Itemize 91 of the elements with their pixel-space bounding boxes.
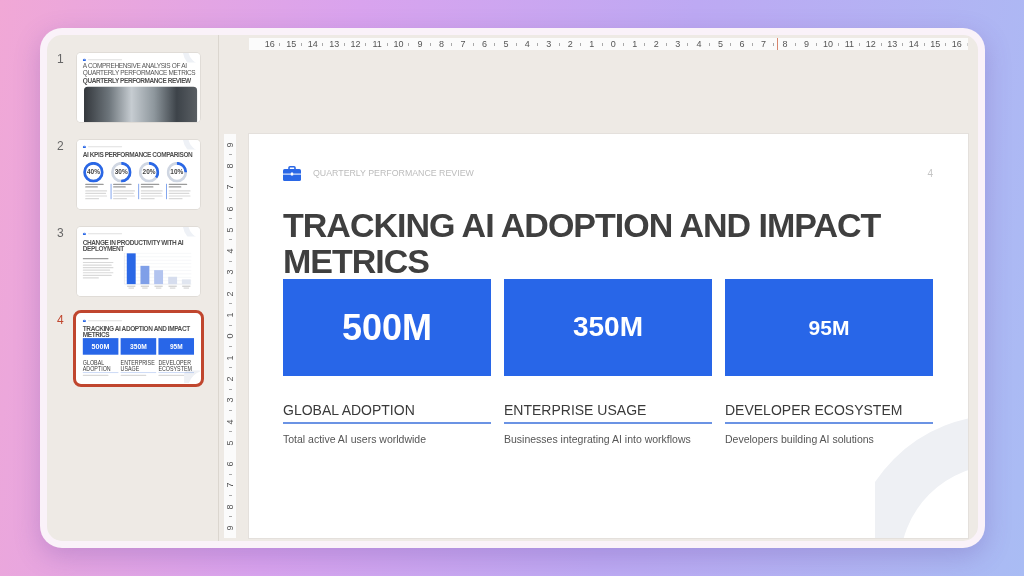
briefcase-icon bbox=[82, 145, 86, 148]
ruler-number: 5 bbox=[718, 39, 724, 49]
ruler-number: 11 bbox=[372, 39, 382, 49]
decorative-ring-drawing bbox=[184, 370, 200, 383]
ruler-number: 3 bbox=[546, 39, 552, 49]
ruler-number: 1 bbox=[225, 355, 235, 361]
ruler-number: 16 bbox=[951, 39, 962, 49]
ruler-number: 15 bbox=[930, 39, 941, 49]
ruler-number: 3 bbox=[675, 39, 681, 49]
page-number: 4 bbox=[927, 167, 933, 179]
ruler-number: 7 bbox=[761, 39, 766, 49]
ruler-number: 9 bbox=[225, 142, 235, 148]
ruler-number: 9 bbox=[417, 39, 423, 49]
ruler-number: 5 bbox=[503, 39, 509, 49]
chart-bar bbox=[168, 276, 178, 285]
ruler-number: 3 bbox=[225, 269, 235, 275]
chart-bar bbox=[126, 253, 136, 285]
ruler-number: 9 bbox=[803, 39, 809, 49]
blurred-label-drawing bbox=[168, 285, 177, 289]
ruler-number: 14 bbox=[908, 39, 919, 49]
ruler-number: 6 bbox=[481, 39, 487, 49]
ruler-number: 7 bbox=[225, 482, 235, 488]
ruler-number: 0 bbox=[225, 333, 235, 339]
ruler-position-marker bbox=[777, 38, 778, 50]
ruler-number: 7 bbox=[460, 39, 466, 49]
progress-ring bbox=[166, 161, 188, 183]
metric-description: Businesses integrating AI into workflows bbox=[504, 433, 691, 446]
metric-description: Developers building AI solutions bbox=[725, 433, 874, 446]
metric-value: 350M bbox=[572, 312, 643, 343]
ruler-number: 2 bbox=[653, 39, 659, 49]
ruler-number: 4 bbox=[696, 39, 702, 49]
ruler-number: 6 bbox=[225, 461, 235, 467]
briefcase-icon bbox=[82, 319, 86, 322]
ruler-number: 8 bbox=[438, 39, 444, 49]
progress-ring bbox=[138, 161, 160, 183]
progress-ring bbox=[83, 161, 104, 183]
ruler-number: 4 bbox=[225, 419, 235, 424]
blurred-label-drawing bbox=[127, 285, 136, 289]
slide-title: TRACKING AI ADOPTION AND IMPACT METRICS bbox=[283, 207, 882, 279]
briefcase-icon bbox=[283, 165, 301, 181]
ruler-number: 8 bbox=[225, 163, 235, 169]
ruler-number: 5 bbox=[225, 227, 235, 233]
slide-number: 1 bbox=[57, 53, 65, 65]
ruler-number: 13 bbox=[887, 39, 898, 49]
ruler-number: 5 bbox=[225, 440, 235, 446]
metric-description: Total active AI users worldwide bbox=[283, 433, 426, 446]
ruler-number: 4 bbox=[225, 248, 235, 254]
progress-ring bbox=[110, 161, 132, 183]
slide-number: 2 bbox=[57, 140, 65, 152]
ruler-number: 16 bbox=[264, 39, 275, 49]
blurred-text-drawing bbox=[82, 257, 115, 279]
metric-label: ENTERPRISE USAGE bbox=[504, 402, 647, 419]
metric-label: DEVELOPER ECOSYSTEM bbox=[725, 402, 903, 419]
chart-bar bbox=[154, 270, 164, 285]
ruler-number: 12 bbox=[350, 39, 361, 49]
briefcase-icon bbox=[82, 232, 86, 235]
ruler-number: 6 bbox=[739, 39, 745, 49]
ruler-number: 15 bbox=[286, 39, 297, 49]
ruler-number: 14 bbox=[307, 39, 318, 49]
metric-value: 95M bbox=[808, 315, 850, 340]
ruler-number: 12 bbox=[865, 39, 876, 49]
metric-value: 500M bbox=[341, 307, 433, 348]
blurred-label-drawing bbox=[154, 285, 163, 289]
chart-bar bbox=[181, 279, 191, 285]
blurred-text-drawing bbox=[138, 183, 164, 200]
ruler-number: 11 bbox=[844, 39, 855, 49]
ruler-number: 2 bbox=[567, 39, 573, 49]
slide-number: 3 bbox=[57, 227, 65, 239]
ruler-number: 7 bbox=[225, 184, 235, 190]
metric-label: GLOBAL ADOPTION bbox=[283, 402, 415, 419]
ruler-number: 10 bbox=[393, 39, 404, 49]
slide-number: 4 bbox=[57, 314, 65, 326]
ruler-number: 4 bbox=[524, 39, 530, 49]
ruler-number: 1 bbox=[632, 39, 638, 49]
ruler-number: 13 bbox=[329, 39, 340, 49]
ruler-number: 6 bbox=[225, 206, 235, 212]
ruler-number: 1 bbox=[589, 39, 595, 49]
briefcase-icon bbox=[82, 58, 86, 61]
ruler-number: 2 bbox=[225, 376, 235, 382]
ruler-number: 3 bbox=[225, 397, 235, 403]
ruler-number: 2 bbox=[225, 291, 235, 297]
ruler-number: 8 bbox=[225, 504, 235, 510]
ruler-number: 10 bbox=[822, 39, 833, 49]
ruler-number: 0 bbox=[610, 39, 616, 49]
blurred-text-drawing bbox=[166, 183, 192, 200]
ruler-number: 9 bbox=[225, 525, 235, 531]
blurred-label-drawing bbox=[140, 285, 149, 289]
chart-bar bbox=[140, 265, 150, 285]
slide-header-text: QUARTERLY PERFORMANCE REVIEW bbox=[313, 167, 474, 179]
ruler-number: 8 bbox=[782, 39, 788, 49]
ruler-number: 1 bbox=[225, 312, 235, 318]
